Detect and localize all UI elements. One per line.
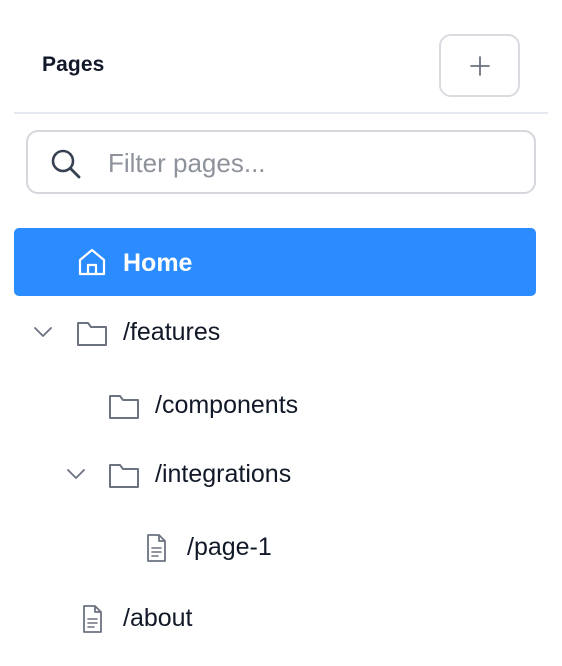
header-divider: [14, 112, 548, 114]
sidebar-title: Pages: [42, 53, 105, 76]
tree-item-page-1[interactable]: /page-1: [14, 519, 536, 575]
tree-item-components[interactable]: /components: [14, 377, 536, 433]
tree-item-label: /integrations: [155, 460, 292, 488]
tree-item-integrations[interactable]: /integrations: [14, 446, 536, 502]
tree-item-label: /components: [155, 391, 299, 419]
sidebar-header: Pages: [0, 0, 562, 112]
tree-item-home[interactable]: Home: [14, 228, 536, 296]
tree-item-about[interactable]: /about: [14, 590, 536, 646]
add-page-button[interactable]: [439, 34, 520, 97]
folder-icon: [109, 464, 139, 488]
chevron-down-icon[interactable]: [65, 463, 87, 485]
filter-pages-field[interactable]: [26, 130, 536, 194]
home-icon: [78, 248, 106, 276]
search-icon: [51, 149, 81, 179]
chevron-down-icon[interactable]: [32, 321, 54, 343]
tree-item-label: /about: [123, 604, 193, 632]
tree-item-label: /page-1: [187, 533, 272, 561]
file-icon: [147, 534, 166, 562]
pages-sidebar: Pages Home /features: [0, 0, 562, 666]
plus-icon: [469, 55, 490, 76]
folder-icon: [77, 322, 107, 346]
tree-item-features[interactable]: /features: [14, 304, 536, 360]
tree-item-label: Home: [123, 249, 193, 277]
filter-pages-input[interactable]: [108, 144, 508, 182]
folder-icon: [109, 395, 139, 419]
tree-item-label: /features: [123, 318, 221, 346]
file-icon: [83, 605, 102, 633]
